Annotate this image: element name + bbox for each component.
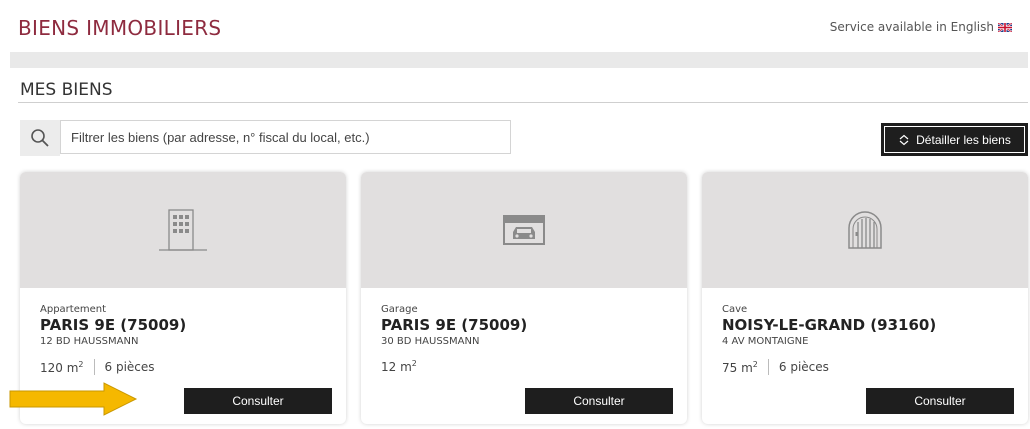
property-meta: 120 m2 6 pièces — [40, 359, 326, 375]
property-address: 4 AV MONTAIGNE — [722, 336, 809, 347]
property-image — [20, 172, 346, 288]
page-header: BIENS IMMOBILIERS Service available in E… — [0, 0, 1030, 52]
property-meta: 75 m2 6 pièces — [722, 359, 1008, 375]
search-icon — [31, 129, 49, 147]
meta-separator — [93, 359, 95, 375]
property-image — [702, 172, 1028, 288]
property-area: 75 m2 — [722, 359, 758, 375]
property-city: PARIS 9E (75009) — [381, 316, 528, 334]
section-title: MES BIENS — [20, 80, 113, 100]
consult-button[interactable]: Consulter — [184, 388, 332, 414]
property-card-body: Cave NOISY-LE-GRAND (93160) 4 AV MONTAIG… — [702, 288, 1028, 424]
property-address: 12 BD HAUSSMANN — [40, 336, 139, 347]
page-brand-title: BIENS IMMOBILIERS — [18, 16, 222, 40]
property-cards: Appartement PARIS 9E (75009) 12 BD HAUSS… — [20, 172, 1030, 429]
consult-button[interactable]: Consulter — [525, 388, 673, 414]
language-switch-link[interactable]: Service available in English — [830, 20, 1012, 34]
detail-properties-label: Détailler les biens — [916, 132, 1011, 147]
chevron-up-down-icon — [899, 134, 909, 145]
cellar-door-icon — [848, 211, 882, 249]
uk-flag-icon — [998, 22, 1012, 32]
search-bar — [20, 120, 511, 156]
meta-separator — [767, 359, 769, 375]
header-gray-strip — [10, 52, 1028, 68]
property-card-body: Garage PARIS 9E (75009) 30 BD HAUSSMANN … — [361, 288, 687, 424]
property-card: Cave NOISY-LE-GRAND (93160) 4 AV MONTAIG… — [702, 172, 1028, 424]
property-city: PARIS 9E (75009) — [40, 316, 187, 334]
property-type: Garage — [381, 304, 418, 315]
property-meta: 12 m2 — [381, 359, 667, 374]
property-area: 120 m2 — [40, 359, 84, 375]
property-rooms: 6 pièces — [778, 360, 829, 374]
property-city: NOISY-LE-GRAND (93160) — [722, 316, 937, 334]
garage-car-icon — [503, 215, 545, 245]
property-image — [361, 172, 687, 288]
building-icon — [159, 209, 207, 251]
search-button[interactable] — [20, 120, 60, 156]
property-type: Appartement — [40, 304, 107, 315]
property-card: Garage PARIS 9E (75009) 30 BD HAUSSMANN … — [361, 172, 687, 424]
yellow-arrow-icon — [9, 382, 138, 416]
property-address: 30 BD HAUSSMANN — [381, 336, 480, 347]
detail-properties-button[interactable]: Détailler les biens — [881, 123, 1028, 156]
property-type: Cave — [722, 304, 748, 315]
language-switch-label: Service available in English — [829, 20, 994, 34]
property-rooms: 6 pièces — [104, 360, 155, 374]
search-input[interactable] — [60, 120, 511, 154]
property-area: 12 m2 — [381, 359, 417, 374]
consult-button[interactable]: Consulter — [866, 388, 1014, 414]
section-divider — [18, 102, 1028, 103]
